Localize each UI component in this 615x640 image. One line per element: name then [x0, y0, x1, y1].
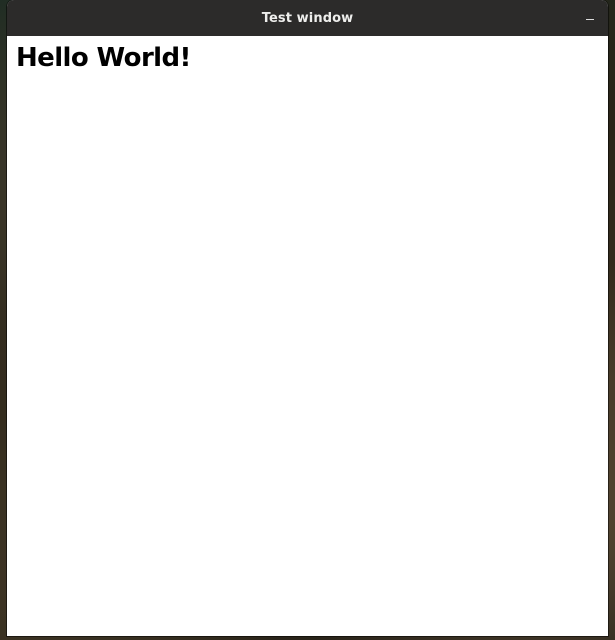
- desktop-background: Test window Hello World!: [0, 0, 615, 640]
- test-window: Test window Hello World!: [7, 0, 608, 636]
- window-title: Test window: [261, 10, 354, 26]
- window-titlebar[interactable]: Test window: [7, 0, 608, 36]
- window-content: Hello World!: [7, 36, 608, 636]
- minimize-icon: [586, 18, 594, 20]
- minimize-button[interactable]: [578, 6, 602, 30]
- page-heading: Hello World!: [16, 43, 191, 73]
